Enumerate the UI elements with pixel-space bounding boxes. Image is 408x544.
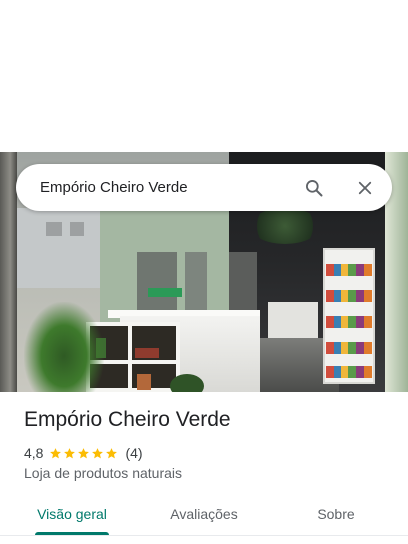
- rack-products: [326, 316, 372, 328]
- exterior-window: [46, 222, 62, 236]
- tabs-divider: [0, 535, 408, 536]
- shelf-product: [137, 374, 151, 390]
- storefront-pillar: [0, 152, 17, 392]
- rating-stars: [49, 447, 119, 460]
- search-input[interactable]: Empório Cheiro Verde: [40, 164, 188, 211]
- shelf-product: [135, 348, 159, 358]
- star-icon: [106, 447, 118, 458]
- rating-value: 4,8: [24, 445, 44, 461]
- tab-bar: Visão geral Avaliações Sobre: [0, 496, 408, 536]
- tab-overview[interactable]: Visão geral: [22, 496, 122, 534]
- search-button[interactable]: [298, 172, 330, 204]
- tab-reviews[interactable]: Avaliações: [150, 496, 258, 534]
- star-icon: [78, 447, 90, 458]
- hanging-plant: [250, 208, 320, 244]
- rack-products: [326, 290, 372, 302]
- star-icon: [92, 447, 104, 458]
- star-icon: [64, 447, 76, 458]
- potted-plant: [170, 374, 204, 392]
- interior-counter: [268, 302, 318, 342]
- exterior-sign: [148, 288, 182, 297]
- place-category: Loja de produtos naturais: [24, 465, 182, 481]
- rack-products: [326, 366, 372, 378]
- search-icon: [306, 180, 323, 197]
- exterior-window: [70, 222, 84, 236]
- close-icon: [358, 181, 372, 195]
- review-count[interactable]: (4): [125, 445, 142, 461]
- shelf-divider: [128, 322, 132, 392]
- place-title: Empório Cheiro Verde: [24, 408, 231, 431]
- close-button[interactable]: [349, 172, 381, 204]
- search-bar[interactable]: Empório Cheiro Verde: [16, 164, 392, 211]
- exterior-door: [185, 252, 207, 312]
- rack-products: [326, 342, 372, 354]
- rating-row[interactable]: 4,8 (4): [24, 444, 143, 462]
- rack-products: [326, 264, 372, 276]
- star-icon: [50, 447, 62, 458]
- exterior-door: [137, 252, 177, 312]
- potted-plant: [24, 302, 104, 392]
- tab-about[interactable]: Sobre: [300, 496, 372, 534]
- exterior-building-left: [17, 208, 100, 288]
